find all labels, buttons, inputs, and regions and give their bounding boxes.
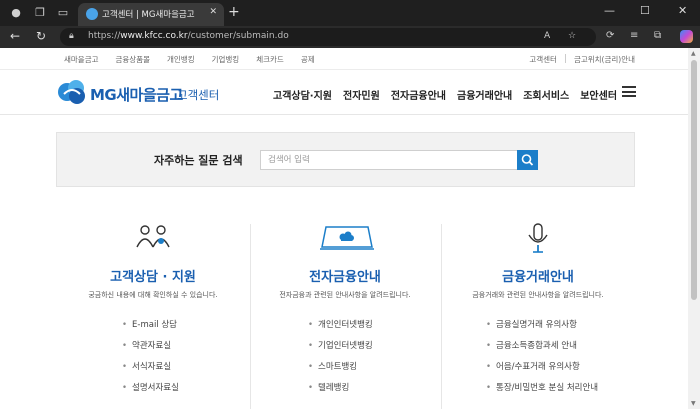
list-item[interactable]: 설명서자료실 — [122, 383, 179, 404]
hamburger-menu-icon[interactable] — [622, 86, 636, 97]
divider — [441, 224, 442, 409]
refresh-icon[interactable]: ↻ — [36, 29, 46, 43]
utility-nav: 새마을금고 금융상품몰 개인뱅킹 기업뱅킹 체크카드 공제 고객센터 금고위치(… — [0, 48, 688, 70]
main-nav: 고객상담·지원 전자민원 전자금융안내 금융거래안내 조회서비스 보안센터 — [273, 87, 628, 102]
faq-search-label: 자주하는 질문 검색 — [154, 154, 243, 167]
util-link-corporate-banking[interactable]: 기업뱅킹 — [212, 54, 240, 65]
browser-tab-bar: ● ❐ ▭ 고객센터 | MG새마을금고 ✕ + — ☐ ✕ — [0, 0, 700, 26]
nav-item-e-finance[interactable]: 전자금융안내 — [391, 87, 446, 102]
nav-item-inquiry[interactable]: 조회서비스 — [523, 87, 569, 102]
favorites-icon[interactable]: ≡ — [630, 30, 638, 41]
faq-search-button[interactable] — [517, 150, 538, 170]
util-link-branch-location[interactable]: 금고위치(금리)안내 — [574, 54, 635, 65]
section-link-list: 금융실명거래 유의사항 금융소득종합과세 안내 어음/수표거래 유의사항 통장/… — [486, 320, 598, 404]
util-link-customer-center[interactable]: 고객센터 — [529, 54, 557, 65]
new-tab-icon[interactable]: + — [228, 4, 240, 20]
list-item[interactable]: 어음/수표거래 유의사항 — [486, 362, 598, 383]
mg-logo-icon[interactable] — [56, 78, 88, 106]
microphone-icon — [528, 223, 548, 253]
tab-title: 고객센터 | MG새마을금고 — [102, 10, 195, 20]
section-description: 궁금하신 내용에 대해 확인하실 수 있습니다. — [88, 291, 218, 299]
close-tab-icon[interactable]: ✕ — [209, 7, 217, 17]
list-item[interactable]: 통장/비밀번호 분실 처리안내 — [486, 383, 598, 404]
section-finance-guide: 금융거래안내 금융거래와 관련된 안내사항을 알려드립니다. 금융실명거래 유의… — [443, 223, 633, 409]
copilot-icon[interactable] — [680, 30, 693, 43]
logo-subtitle[interactable]: 고객센터 — [177, 87, 219, 103]
monitor-cloud-icon — [320, 226, 374, 250]
divider — [564, 54, 566, 63]
back-icon[interactable]: ← — [10, 29, 20, 43]
maximize-icon[interactable]: ☐ — [640, 4, 650, 17]
extensions-icon[interactable]: ⟳ — [606, 30, 614, 41]
page-scrollbar[interactable]: ▲ ▼ — [688, 48, 700, 409]
list-item[interactable]: 서식자료실 — [122, 362, 179, 383]
collections-icon[interactable]: ⧉ — [654, 30, 661, 41]
list-item[interactable]: 텔레뱅킹 — [308, 383, 373, 404]
site-header: MG새마을금고 고객센터 고객상담·지원 전자민원 전자금융안내 금융거래안내 … — [0, 71, 688, 115]
list-item[interactable]: 금융실명거래 유의사항 — [486, 320, 598, 341]
section-customer-support: 고객상담 · 지원 궁금하신 내용에 대해 확인하실 수 있습니다. E-mai… — [58, 223, 248, 409]
list-item[interactable]: 스마트뱅킹 — [308, 362, 373, 383]
favorite-star-icon[interactable]: ☆ — [568, 31, 576, 41]
profile-icon[interactable]: ● — [8, 5, 24, 21]
people-icon — [136, 225, 170, 248]
util-link-personal-banking[interactable]: 개인뱅킹 — [167, 54, 195, 65]
scroll-up-icon[interactable]: ▲ — [691, 50, 696, 57]
section-link-list: 개인인터넷뱅킹 기업인터넷뱅킹 스마트뱅킹 텔레뱅킹 — [308, 320, 373, 404]
read-aloud-icon[interactable]: A — [544, 31, 550, 41]
util-link-product-mall[interactable]: 금융상품몰 — [116, 54, 151, 65]
logo-text[interactable]: MG새마을금고 — [90, 84, 183, 105]
section-title[interactable]: 고객상담 · 지원 — [58, 266, 248, 285]
section-title[interactable]: 전자금융안내 — [250, 266, 440, 285]
nav-item-e-civil[interactable]: 전자민원 — [343, 87, 380, 102]
section-title[interactable]: 금융거래안내 — [443, 266, 633, 285]
list-item[interactable]: 약관자료실 — [122, 341, 179, 362]
scroll-down-icon[interactable]: ▼ — [691, 400, 696, 407]
list-item[interactable]: 금융소득종합과세 안내 — [486, 341, 598, 362]
section-e-finance: 전자금융안내 전자금융과 관련된 안내사항을 알려드립니다. 개인인터넷뱅킹 기… — [250, 223, 440, 409]
list-item[interactable]: 개인인터넷뱅킹 — [308, 320, 373, 341]
list-item[interactable]: E-mail 상담 — [122, 320, 179, 341]
browser-tab[interactable]: 고객센터 | MG새마을금고 ✕ — [78, 3, 224, 26]
util-link-saemaeul[interactable]: 새마을금고 — [64, 54, 99, 65]
search-icon — [521, 154, 534, 166]
nav-item-security[interactable]: 보안센터 — [580, 87, 617, 102]
nav-item-finance-guide[interactable]: 금융거래안내 — [457, 87, 512, 102]
workspaces-icon[interactable]: ❐ — [32, 5, 48, 21]
scrollbar-thumb[interactable] — [691, 60, 697, 300]
url-text: https://www.kfcc.co.kr/customer/submain.… — [88, 31, 289, 41]
section-description: 금융거래와 관련된 안내사항을 알려드립니다. — [472, 291, 604, 299]
lock-icon: 🔒︎ — [69, 31, 74, 41]
util-link-insurance[interactable]: 공제 — [301, 54, 315, 65]
minimize-icon[interactable]: — — [604, 4, 615, 17]
site-favicon-icon — [86, 8, 98, 20]
url-field[interactable]: 🔒︎ https://www.kfcc.co.kr/customer/subma… — [60, 28, 596, 46]
faq-search-panel: 자주하는 질문 검색 — [56, 132, 635, 187]
tab-actions-icon[interactable]: ▭ — [55, 5, 71, 21]
util-link-check-card[interactable]: 체크카드 — [256, 54, 284, 65]
browser-address-bar: ← ↻ 🔒︎ https://www.kfcc.co.kr/customer/s… — [0, 26, 700, 48]
faq-search-input[interactable] — [260, 150, 518, 170]
section-link-list: E-mail 상담 약관자료실 서식자료실 설명서자료실 — [122, 320, 179, 404]
section-description: 전자금융과 관련된 안내사항을 알려드립니다. — [279, 291, 411, 299]
window-close-icon[interactable]: ✕ — [678, 4, 687, 17]
page-content: 새마을금고 금융상품몰 개인뱅킹 기업뱅킹 체크카드 공제 고객센터 금고위치(… — [0, 48, 688, 409]
list-item[interactable]: 기업인터넷뱅킹 — [308, 341, 373, 362]
nav-item-customer-support[interactable]: 고객상담·지원 — [273, 87, 332, 102]
